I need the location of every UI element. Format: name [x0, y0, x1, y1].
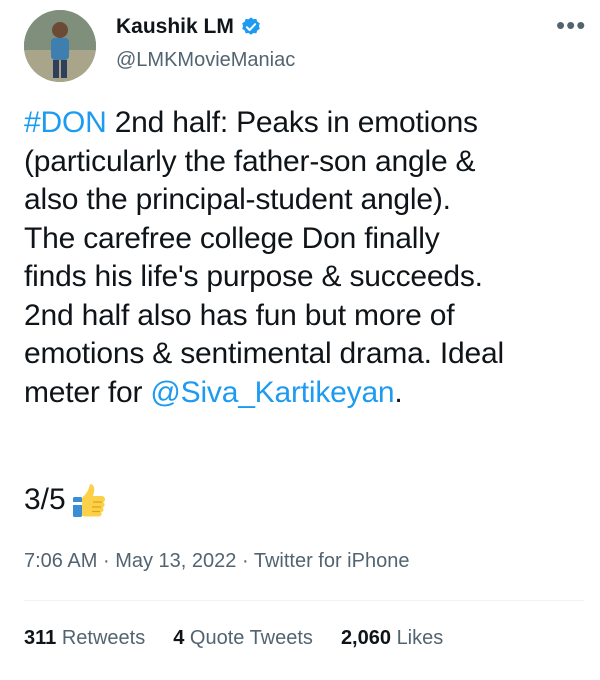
likes-label: Likes: [396, 627, 444, 649]
tweet-text: #DON 2nd half: Peaks in emotions (partic…: [24, 104, 584, 412]
display-name-row[interactable]: Kaushik LM: [116, 14, 262, 40]
avatar[interactable]: [24, 10, 96, 82]
profile-photo: [24, 10, 96, 82]
tweet-time[interactable]: 7:06 AM: [24, 550, 97, 572]
engagement-stats: 311 Retweets 4 Quote Tweets 2,060 Likes: [24, 624, 443, 652]
tweet-meta: 7:06 AM · May 13, 2022 · Twitter for iPh…: [24, 548, 409, 574]
retweets-label: Retweets: [61, 627, 146, 649]
likes-count: 2,060: [340, 627, 391, 649]
divider: [24, 600, 584, 601]
hashtag-link[interactable]: #DON: [24, 106, 107, 139]
rating-text: 3/5: [24, 483, 66, 516]
more-options-icon[interactable]: •••: [556, 12, 586, 38]
quote-tweets-stat[interactable]: 4 Quote Tweets: [173, 624, 313, 652]
thumbs-up-emoji-icon: [72, 484, 105, 517]
rating-line: 3/5: [24, 480, 108, 520]
user-handle[interactable]: @LMKMovieManiac: [116, 48, 295, 72]
tweet-date[interactable]: May 13, 2022: [115, 550, 236, 572]
quotes-count: 4: [173, 627, 185, 649]
likes-stat[interactable]: 2,060 Likes: [341, 624, 443, 652]
retweets-stat[interactable]: 311 Retweets: [24, 624, 145, 652]
verified-badge-icon: [242, 17, 260, 35]
tweet-body-part2: .: [394, 375, 403, 409]
tweet-body-part1: 2nd half: Peaks in emotions (particularl…: [24, 106, 504, 409]
retweets-count: 311: [24, 627, 57, 649]
meta-separator-2: ·: [241, 550, 249, 572]
tweet-source[interactable]: Twitter for iPhone: [254, 550, 410, 572]
mention-link[interactable]: @Siva_Kartikeyan: [150, 376, 394, 409]
display-name[interactable]: Kaushik LM: [116, 14, 234, 40]
meta-separator: ·: [102, 550, 110, 572]
quotes-label: Quote Tweets: [189, 627, 313, 649]
